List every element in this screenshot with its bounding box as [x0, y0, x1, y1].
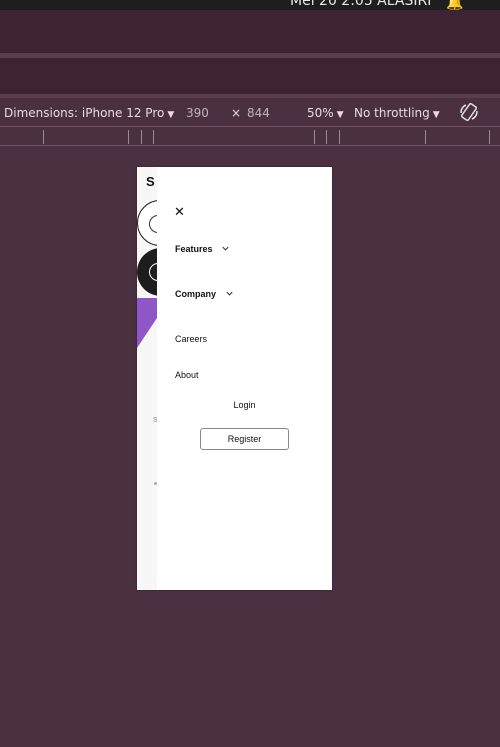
ruler-tick [339, 130, 340, 144]
nav-item-label: About [175, 370, 199, 380]
login-link[interactable]: Login [157, 400, 332, 410]
browser-tab-strip [0, 10, 500, 53]
ruler-tick [489, 130, 490, 144]
chevron-down-icon [222, 246, 229, 251]
chevron-down-icon [225, 291, 233, 296]
caret-down-icon: ▼ [432, 110, 440, 120]
nav-item-label: Features [175, 244, 213, 254]
browser-address-area [0, 58, 500, 94]
nav-item-features[interactable]: Features [175, 244, 230, 254]
close-icon[interactable]: ✕ [174, 205, 185, 218]
rotate-icon[interactable] [458, 101, 480, 123]
width-input[interactable]: 390 [186, 106, 209, 120]
caret-down-icon: ▼ [336, 110, 344, 120]
device-label: Dimensions: iPhone 12 Pro [4, 106, 165, 120]
throttling-select[interactable]: No throttling ▼ [354, 106, 440, 120]
ruler-tick [425, 130, 426, 144]
ruler-tick [43, 130, 44, 144]
nav-item-about[interactable]: About [175, 370, 199, 380]
zoom-label: 50% [307, 106, 334, 120]
mobile-nav-drawer: ✕ Features Company Careers About Login R… [157, 167, 332, 590]
device-select[interactable]: Dimensions: iPhone 12 Pro ▼ [4, 106, 174, 120]
ruler-tick [141, 130, 142, 144]
device-viewport: S S ✕ Features Company Careers About Log… [137, 167, 332, 590]
dimension-times: × [231, 106, 242, 120]
device-toolbar: Dimensions: iPhone 12 Pro ▼ 390 × 844 50%… [0, 98, 500, 126]
throttling-label: No throttling [354, 106, 430, 120]
site-logo[interactable]: S [146, 174, 155, 189]
bell-icon[interactable]: 🔔 [446, 0, 463, 10]
system-clock: Mei 20 2:05 ALASIRI [290, 0, 432, 9]
height-input[interactable]: 844 [247, 106, 270, 120]
nav-item-careers[interactable]: Careers [175, 334, 207, 344]
media-query-ruler [0, 126, 500, 146]
register-button[interactable]: Register [200, 428, 289, 450]
ruler-tick [314, 130, 315, 144]
ruler-tick [326, 130, 327, 144]
ruler-tick [128, 130, 129, 144]
nav-item-label: Company [175, 289, 217, 299]
ruler-tick [153, 130, 154, 144]
nav-item-label: Careers [175, 334, 208, 344]
zoom-select[interactable]: 50% ▼ [307, 106, 344, 120]
caret-down-icon: ▼ [167, 110, 175, 120]
system-top-bar: Mei 20 2:05 ALASIRI 🔔 [0, 0, 500, 10]
nav-item-company[interactable]: Company [175, 289, 234, 299]
